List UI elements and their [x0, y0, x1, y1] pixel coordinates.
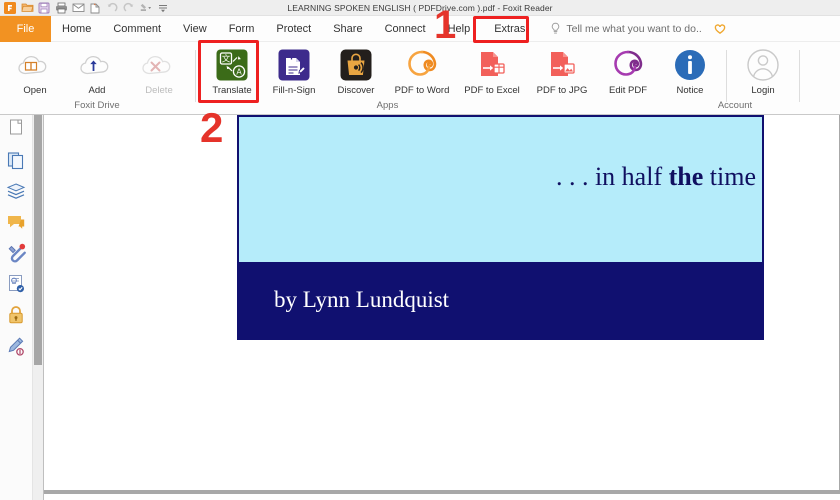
ribbon-label-login: Login — [751, 85, 775, 96]
page-bottom-shadow — [44, 490, 840, 494]
ribbon-button-pdf-to-excel[interactable]: PDF to Excel — [457, 47, 527, 96]
book-cover-graphic: . . . in half the time by Lynn Lundquist — [237, 115, 764, 340]
ribbon-toolbar: Open Add Delete 文 A Translate Fill-n-Sig… — [0, 42, 840, 115]
cover-tagline-suffix: time — [703, 162, 756, 191]
title-bar: LEARNING SPOKEN ENGLISH ( PDFDrive.com )… — [0, 0, 840, 16]
pdf-page: . . . in half the time by Lynn Lundquist — [44, 115, 840, 494]
open-file-icon[interactable] — [20, 1, 34, 14]
cover-tagline-prefix: . . . in half — [555, 162, 669, 191]
ribbon-label-notice: Notice — [676, 85, 704, 96]
ribbon-button-pdf-to-word[interactable]: PDF to Word — [387, 47, 457, 96]
cover-author-text: by Lynn Lundquist — [274, 287, 450, 312]
ribbon-button-open[interactable]: Open — [4, 47, 66, 96]
customize-toolbar-icon[interactable] — [156, 1, 170, 14]
document-scrollbar-thumb[interactable] — [34, 115, 42, 365]
cover-upper-panel: . . . in half the time — [239, 117, 762, 262]
ribbon-tab-strip: File Home Comment View Form Protect Shar… — [0, 15, 840, 42]
create-pdf-icon[interactable] — [88, 1, 102, 14]
attachments-icon[interactable] — [5, 242, 27, 264]
ribbon-label-pdf-to-jpg: PDF to JPG — [536, 85, 588, 96]
ribbon-group-separator-2 — [726, 50, 727, 102]
comments-icon[interactable] — [5, 211, 27, 233]
notice-info-icon — [673, 47, 707, 83]
undo-icon[interactable] — [105, 1, 119, 14]
ribbon-button-translate[interactable]: 文 A Translate — [201, 47, 263, 96]
ribbon-group-separator-3 — [799, 50, 800, 102]
tab-form[interactable]: Form — [218, 16, 266, 42]
pdf-to-jpg-icon — [544, 47, 580, 83]
ribbon-label-pdf-to-word: PDF to Word — [394, 85, 450, 96]
ribbon-group-separator-1 — [195, 50, 196, 102]
print-icon[interactable] — [54, 1, 68, 14]
ribbon-label-open: Open — [23, 85, 47, 96]
discover-bag-icon — [339, 47, 373, 83]
tell-me-placeholder-text: Tell me what you want to do.. — [566, 22, 702, 35]
tab-extras[interactable]: Extras — [481, 16, 538, 42]
highlight-dropdown-icon[interactable] — [139, 1, 153, 14]
tab-comment[interactable]: Comment — [102, 16, 172, 42]
tab-share[interactable]: Share — [322, 16, 373, 42]
email-icon[interactable] — [71, 1, 85, 14]
bookmarks-icon[interactable] — [5, 149, 27, 171]
ribbon-label-pdf-to-excel: PDF to Excel — [464, 85, 520, 96]
ribbon-label-translate: Translate — [212, 85, 252, 96]
document-scrollbar-track[interactable] — [33, 115, 43, 500]
foxit-reader-window: LEARNING SPOKEN ENGLISH ( PDFDrive.com )… — [0, 0, 840, 500]
cloud-delete-icon — [139, 47, 179, 83]
tell-me-search[interactable]: Tell me what you want to do.. — [550, 22, 726, 35]
svg-text:文: 文 — [222, 53, 231, 64]
ribbon-label-fill-n-sign: Fill-n-Sign — [272, 85, 316, 96]
security-lock-icon[interactable] — [5, 304, 27, 326]
edit-pdf-icon — [610, 47, 646, 83]
pdf-to-word-icon — [404, 47, 440, 83]
ribbon-button-edit-pdf[interactable]: Edit PDF — [597, 47, 659, 96]
ribbon-button-delete[interactable]: Delete — [128, 47, 190, 96]
heart-icon[interactable] — [714, 23, 726, 35]
pdf-to-excel-icon — [474, 47, 510, 83]
tab-connect[interactable]: Connect — [374, 16, 437, 42]
ribbon-button-pdf-to-jpg[interactable]: PDF to JPG — [527, 47, 597, 96]
cover-lower-panel: by Lynn Lundquist — [239, 262, 762, 338]
redo-icon[interactable] — [122, 1, 136, 14]
ribbon-button-fill-n-sign[interactable]: Fill-n-Sign — [263, 47, 325, 96]
svg-text:A: A — [236, 68, 242, 77]
navigation-rail — [0, 115, 33, 500]
cloud-open-book-icon — [15, 47, 55, 83]
stamps-icon[interactable] — [5, 273, 27, 295]
ribbon-button-login[interactable]: Login — [732, 47, 794, 96]
cover-tagline: . . . in half the time — [556, 162, 756, 192]
layers-icon[interactable] — [5, 180, 27, 202]
tab-view[interactable]: View — [172, 16, 218, 42]
ribbon-group-caption-account: Account — [717, 100, 753, 111]
ribbon-group-caption-foxit-drive: Foxit Drive — [74, 100, 120, 111]
ribbon-button-notice[interactable]: Notice — [659, 47, 721, 96]
tab-help[interactable]: Help — [437, 16, 482, 42]
fill-sign-icon — [277, 47, 311, 83]
foxit-logo-icon[interactable] — [3, 1, 17, 14]
page-thumbnails-icon[interactable] — [5, 118, 27, 140]
user-account-icon — [744, 47, 782, 83]
translate-icon: 文 A — [215, 47, 249, 83]
document-view[interactable]: . . . in half the time by Lynn Lundquist — [43, 115, 840, 500]
tab-home[interactable]: Home — [51, 16, 102, 42]
cloud-upload-icon — [77, 47, 117, 83]
ribbon-label-delete: Delete — [145, 85, 173, 96]
signature-icon[interactable] — [5, 335, 27, 357]
ribbon-group-caption-apps: Apps — [376, 100, 399, 111]
save-icon[interactable] — [37, 1, 51, 14]
ribbon-label-discover: Discover — [337, 85, 375, 96]
tab-file[interactable]: File — [0, 15, 51, 42]
ribbon-button-discover[interactable]: Discover — [325, 47, 387, 96]
cover-tagline-emphasis: the — [668, 162, 704, 191]
ribbon-button-add[interactable]: Add — [66, 47, 128, 96]
tab-protect[interactable]: Protect — [265, 16, 322, 42]
ribbon-label-add: Add — [88, 85, 106, 96]
lightbulb-icon — [550, 22, 561, 35]
quick-access-toolbar — [0, 0, 170, 16]
ribbon-label-edit-pdf: Edit PDF — [608, 85, 647, 96]
